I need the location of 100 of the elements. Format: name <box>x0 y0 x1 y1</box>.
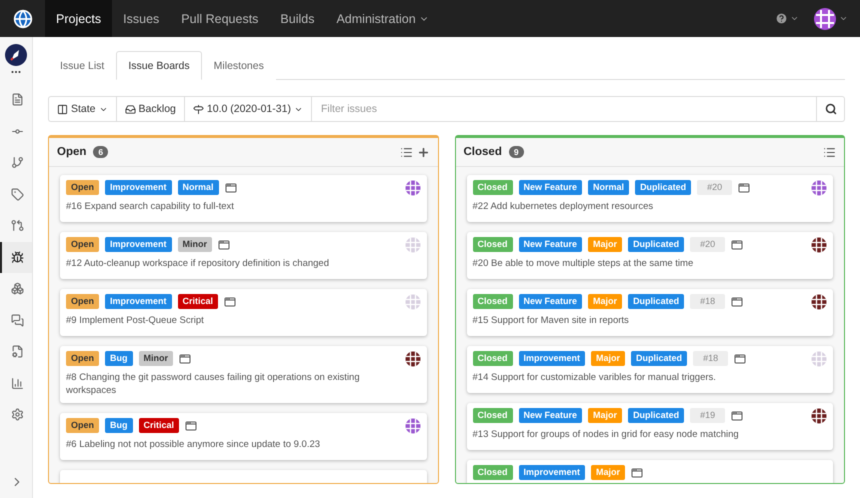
window-icon[interactable] <box>731 410 744 422</box>
column-title: Open <box>57 146 86 158</box>
tag-icon <box>10 188 24 201</box>
column-title: Closed <box>464 146 502 158</box>
issue-label: Minor <box>138 351 174 366</box>
issue-title[interactable]: #16 Expand search capability to full-text <box>66 200 404 213</box>
issue-label: Improvement <box>105 180 172 195</box>
user-menu-button[interactable] <box>813 6 848 30</box>
issue-card[interactable]: Open Bug Critical #6 Labeling not not possible anymore since update to 9.0.23 <box>60 413 426 460</box>
nav-link[interactable]: Builds <box>269 0 326 37</box>
issue-card[interactable]: Closed Improvement Major <box>466 460 833 483</box>
issue-label: Improvement <box>105 294 172 309</box>
issue-card[interactable]: Closed New Feature Major Duplicated #20 #20 Be able to move multiple steps at the same time <box>466 232 833 279</box>
issue-title[interactable]: #20 Be able to move multiple steps at the same time <box>472 257 811 270</box>
issue-card[interactable]: Open Bug Minor #8 Changing the git password causes failing git operations on existing workspaces <box>60 346 426 403</box>
inbox-icon <box>124 104 136 114</box>
issue-card[interactable]: Open Improvement Critical #9 Implement Post-Queue Script <box>60 289 426 336</box>
columns-icon <box>57 104 68 114</box>
issue-label: New Feature <box>518 408 582 423</box>
issue-label: Critical <box>178 294 218 309</box>
issue-label: Open <box>66 351 100 366</box>
file-icon <box>10 93 24 106</box>
issue-label: Duplicated <box>631 351 688 366</box>
list-icon[interactable] <box>400 146 412 158</box>
issue-title[interactable]: #12 Auto-cleanup workspace if repository definition is changed <box>66 257 404 270</box>
issue-title[interactable]: #14 Support for customizable varibles for manual triggers. <box>472 371 811 384</box>
issue-label: Open <box>66 294 100 309</box>
pull-request-icon <box>10 219 24 232</box>
window-icon[interactable] <box>731 296 744 308</box>
issue-label: Open <box>66 237 100 252</box>
nav-link[interactable]: Projects <box>45 0 112 37</box>
bar-chart-icon <box>10 376 24 390</box>
issue-label: Closed <box>472 408 513 423</box>
settings-icon <box>10 408 24 422</box>
issue-label: Normal <box>178 180 219 195</box>
issue-label: Bug <box>105 351 133 366</box>
issue-title[interactable]: #13 Support for groups of nodes in grid for easy node matching <box>472 428 811 441</box>
window-icon[interactable] <box>631 466 644 478</box>
nav-link[interactable]: Administration <box>325 0 440 37</box>
signpost-icon <box>192 104 204 114</box>
issue-title[interactable]: #9 Implement Post-Queue Script <box>66 314 404 327</box>
nav-link[interactable]: Issues <box>112 0 170 37</box>
issue-label: Critical <box>138 418 180 433</box>
issue-title[interactable]: #15 Support for Maven site in reports <box>472 314 811 327</box>
list-icon[interactable] <box>823 146 836 158</box>
sidebar-item[interactable] <box>0 242 32 273</box>
issue-title[interactable]: #8 Changing the git password causes failing git operations on existing workspaces <box>66 371 404 397</box>
backlog-button[interactable]: Backlog <box>116 96 184 122</box>
bug-icon <box>10 250 24 264</box>
issue-count: 9 <box>508 146 524 158</box>
issue-label: Normal <box>588 180 630 195</box>
window-icon[interactable] <box>734 352 746 364</box>
chat-icon <box>10 314 24 327</box>
issue-label: Major <box>588 237 622 252</box>
issue-title[interactable]: #6 Labeling not not possible anymore since update to 9.0.23 <box>66 438 404 451</box>
issue-label: Major <box>591 465 626 480</box>
issue-card[interactable]: Closed New Feature Major Duplicated #18 #15 Support for Maven site in reports <box>466 289 833 336</box>
issue-label: Bug <box>105 418 133 433</box>
help-icon <box>775 12 788 25</box>
state-dropdown[interactable]: State <box>48 96 116 122</box>
window-icon[interactable] <box>224 182 237 194</box>
issue-card[interactable]: Open Improvement Minor #12 Auto-cleanup workspace if repository definition is changed <box>60 232 426 279</box>
branch-icon <box>10 156 24 170</box>
issue-label: New Feature <box>518 237 582 252</box>
issue-label: Duplicated <box>628 294 684 309</box>
issue-card[interactable]: Closed New Feature Major Duplicated #19 #13 Support for groups of nodes in grid for easy node matching <box>466 403 833 450</box>
help-button[interactable] <box>775 12 799 25</box>
issue-label: Major <box>588 294 622 309</box>
window-icon[interactable] <box>738 182 750 194</box>
issue-label: Duplicated <box>628 408 684 423</box>
window-icon[interactable] <box>224 296 236 308</box>
issue-title[interactable]: #22 Add kubernetes deployment resources <box>472 200 811 213</box>
issue-label: Improvement <box>105 237 172 252</box>
window-icon[interactable] <box>179 352 192 364</box>
issue-label: New Feature <box>518 294 582 309</box>
issue-label: Minor <box>178 237 212 252</box>
issue-label: Closed <box>472 294 513 309</box>
issue-label: Duplicated <box>628 237 684 252</box>
issue-label: Improvement <box>518 465 586 480</box>
issue-card[interactable]: Closed New Feature Normal Duplicated #20 #22 Add kubernetes deployment resources <box>466 175 833 222</box>
issue-label: Open <box>66 180 100 195</box>
filter-field[interactable]: Filter issues <box>310 96 817 122</box>
issue-card[interactable]: Closed Improvement Major Duplicated #18 #14 Support for customizable varibles for manual triggers. <box>466 346 833 393</box>
issue-card[interactable]: Open Improvement Normal #16 Expand search capability to full-text <box>60 175 426 222</box>
issue-label: Improvement <box>518 351 586 366</box>
add-icon[interactable] <box>416 146 430 158</box>
user-avatar-icon <box>813 6 837 30</box>
window-icon[interactable] <box>218 238 230 250</box>
issue-label: Closed <box>472 351 513 366</box>
issue-label: Duplicated <box>635 180 692 195</box>
window-icon[interactable] <box>731 238 744 250</box>
search-button[interactable] <box>817 96 845 122</box>
window-icon[interactable] <box>185 420 198 432</box>
issue-label: Closed <box>472 237 513 252</box>
logo-icon[interactable] <box>12 8 32 28</box>
issue-label: Open <box>66 418 100 433</box>
nav-link[interactable]: Pull Requests <box>170 0 270 37</box>
milestone-dropdown[interactable]: 10.0 (2020-01-31) <box>184 96 311 122</box>
tab[interactable]: Issue Boards <box>116 51 202 80</box>
search-icon <box>824 103 836 115</box>
